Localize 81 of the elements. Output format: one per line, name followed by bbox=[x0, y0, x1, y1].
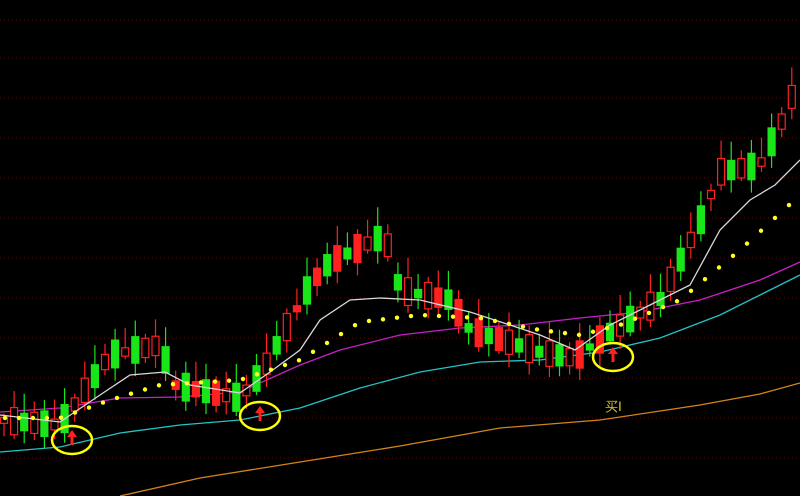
candlestick bbox=[656, 274, 665, 318]
candlestick bbox=[768, 113, 776, 168]
candlestick bbox=[121, 328, 130, 360]
candlestick bbox=[666, 258, 675, 301]
candlestick bbox=[535, 334, 544, 366]
candlestick bbox=[494, 322, 503, 354]
candlestick bbox=[394, 262, 402, 302]
candlestick bbox=[90, 345, 99, 400]
candlestick bbox=[343, 232, 352, 265]
candlestick bbox=[302, 258, 312, 314]
candlestick bbox=[292, 288, 301, 320]
candlestick bbox=[40, 400, 48, 448]
candlestick bbox=[172, 370, 180, 400]
buy-signal-icon bbox=[238, 400, 282, 432]
candlestick bbox=[717, 140, 726, 191]
candlestick bbox=[30, 401, 38, 440]
candlestick bbox=[313, 258, 322, 296]
candlestick bbox=[606, 310, 614, 345]
candlestick bbox=[252, 354, 261, 396]
candlestick bbox=[141, 334, 150, 363]
candlestick bbox=[515, 320, 524, 358]
candlestick bbox=[778, 107, 786, 138]
candlestick bbox=[444, 270, 452, 321]
candlestick bbox=[525, 326, 534, 375]
candlestick bbox=[414, 274, 422, 310]
candlestick bbox=[616, 295, 624, 350]
candlestick bbox=[80, 361, 89, 410]
candlestick bbox=[384, 224, 392, 262]
candlestick bbox=[566, 342, 574, 375]
candlestick bbox=[424, 276, 432, 318]
candlestick bbox=[596, 317, 604, 366]
candlestick bbox=[474, 298, 483, 352]
candlestick bbox=[454, 290, 463, 334]
candlestick bbox=[676, 235, 685, 281]
candlestick bbox=[353, 229, 362, 276]
candlestick bbox=[333, 226, 342, 284]
candlestick bbox=[282, 308, 291, 353]
candlestick bbox=[212, 376, 220, 412]
candlestick bbox=[586, 325, 594, 357]
candlestick bbox=[737, 150, 746, 182]
candlestick bbox=[576, 323, 584, 380]
candlestick bbox=[70, 394, 79, 422]
candlestick bbox=[323, 242, 332, 284]
candlestick bbox=[788, 67, 796, 120]
candlestick bbox=[262, 333, 271, 387]
candlestick bbox=[50, 400, 59, 439]
candlestick bbox=[151, 319, 160, 368]
candlestick bbox=[364, 220, 372, 254]
buy-signal-icon bbox=[592, 342, 634, 372]
candlestick bbox=[626, 291, 634, 336]
candlestick bbox=[706, 184, 716, 211]
candlestick bbox=[484, 313, 493, 356]
candlestick bbox=[272, 320, 281, 360]
candlestick bbox=[192, 362, 200, 406]
candlestick bbox=[182, 362, 190, 411]
candlestick bbox=[646, 274, 654, 328]
candlestick bbox=[100, 344, 110, 376]
candlestick bbox=[232, 364, 240, 416]
candlestick bbox=[727, 142, 736, 193]
signal-label: 买I bbox=[605, 400, 622, 415]
candlestick bbox=[60, 388, 69, 443]
candlestick bbox=[686, 212, 695, 259]
candlestick bbox=[747, 140, 756, 193]
candlestick bbox=[757, 138, 766, 172]
candlestick bbox=[20, 394, 28, 444]
candlestick bbox=[504, 312, 514, 368]
candlestick bbox=[404, 258, 412, 313]
candlestick bbox=[162, 327, 170, 381]
candlestick bbox=[434, 270, 442, 317]
candlestick bbox=[555, 330, 564, 376]
candlestick bbox=[111, 328, 120, 381]
candlestick bbox=[636, 300, 644, 331]
candlestick bbox=[545, 320, 554, 378]
candlestick bbox=[10, 391, 18, 440]
candlestick bbox=[131, 320, 140, 376]
candlestick bbox=[464, 311, 473, 345]
candlestick bbox=[374, 207, 382, 264]
candlestick bbox=[222, 372, 230, 414]
candlestick bbox=[696, 191, 705, 242]
buy-signal-icon bbox=[50, 424, 94, 456]
candlestick bbox=[202, 364, 210, 414]
